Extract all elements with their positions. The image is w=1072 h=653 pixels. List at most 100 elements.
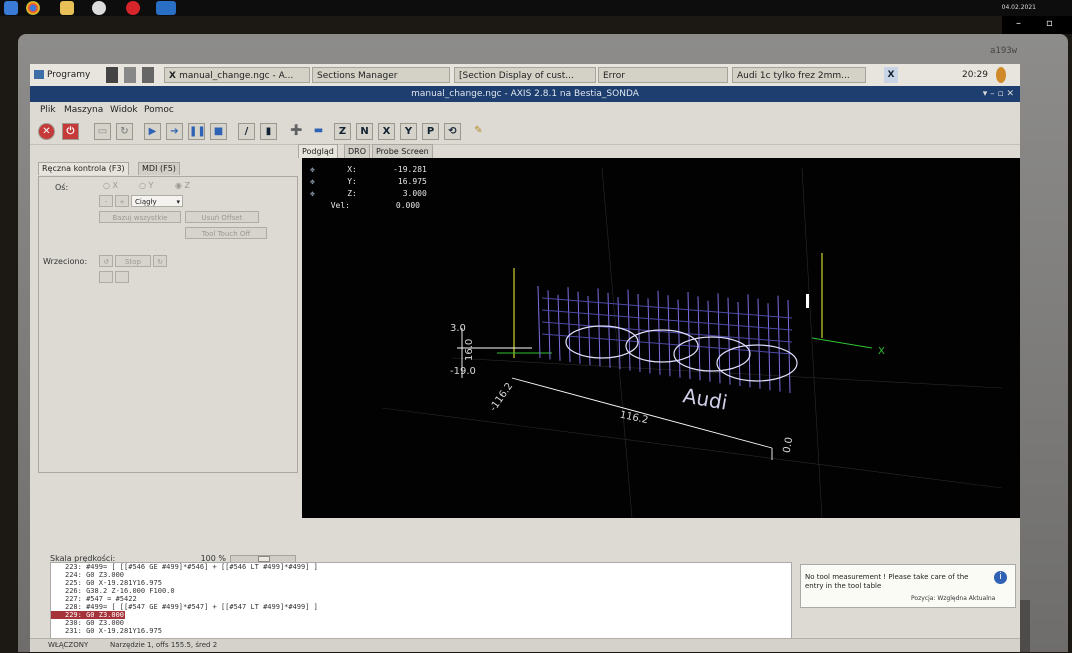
homed-icon: ✥ xyxy=(310,177,315,186)
remove-offset-button[interactable]: Usuń Offset xyxy=(185,211,259,223)
plunge-line xyxy=(757,298,761,389)
task-error[interactable]: Error xyxy=(598,67,728,83)
menu-maszyna[interactable]: Maszyna xyxy=(64,105,103,115)
x-tray-icon[interactable]: X xyxy=(884,67,898,83)
estop-button[interactable]: ✕ xyxy=(38,123,55,140)
axis-option-z[interactable]: ◉ Z xyxy=(175,181,190,190)
gcode-line[interactable]: 231: G0 X-19.281Y16.975 xyxy=(51,627,791,635)
power-button[interactable]: ⏻ xyxy=(62,123,79,140)
menu-widok[interactable]: Widok xyxy=(110,105,138,115)
manual-control-box: Oś: ○ X ○ Y ◉ Z - + Ciągły ▾ Bazuj wszyst… xyxy=(38,176,298,473)
gcode-line[interactable]: 228: #499= [ [[#547 GE #499]*#547] + [[#… xyxy=(51,603,791,611)
minimize-icon[interactable]: – xyxy=(1016,18,1021,29)
plunge-line xyxy=(747,294,751,388)
chrome-icon[interactable] xyxy=(26,1,40,15)
play-app-icon[interactable] xyxy=(156,1,176,15)
tab-preview[interactable]: Podgląd xyxy=(298,144,338,158)
step-button[interactable]: ➔ xyxy=(166,123,183,140)
host-window-controls: – ▫ xyxy=(1002,16,1072,34)
view-rotate-icon[interactable]: ⟲ xyxy=(444,123,461,140)
gcode-line[interactable]: 226: G38.2 Z-16.000 F100.0 xyxy=(51,587,791,595)
svg-text:0.0: 0.0 xyxy=(782,436,796,454)
reload-icon[interactable]: ↻ xyxy=(116,123,133,140)
tab-probe-screen[interactable]: Probe Screen xyxy=(372,144,433,158)
task-section-display[interactable]: [Section Display of cust... xyxy=(454,67,596,83)
gcode-line[interactable]: 230: G0 Z3.000 xyxy=(51,619,791,627)
gcode-separator: : xyxy=(77,579,87,587)
spindle-slower-button[interactable] xyxy=(99,271,113,283)
task-sections-manager[interactable]: Sections Manager xyxy=(312,67,450,83)
jog-mode-select[interactable]: Ciągły ▾ xyxy=(131,195,183,207)
task-axis[interactable]: X manual_change.ngc - A... xyxy=(164,67,310,83)
gcode-line[interactable]: 224: G0 Z3.000 xyxy=(51,571,791,579)
view-z2-button[interactable]: N xyxy=(356,123,373,140)
terminal-launcher-icon[interactable] xyxy=(106,67,118,83)
tool-touch-off-button[interactable]: Tool Touch Off xyxy=(185,227,267,239)
clear-plot-icon[interactable]: ✎ xyxy=(470,123,487,140)
view-p-button[interactable]: P xyxy=(422,123,439,140)
menu-plik[interactable]: Plik xyxy=(40,105,56,115)
position-label: Pozycja: Względna Aktualna xyxy=(911,595,996,602)
menu-bar: Plik Maszyna Widok Pomoc xyxy=(30,102,1020,120)
gcode-text: G0 X-19.281Y16.975 xyxy=(86,579,162,587)
spindle-reverse-button[interactable]: ↺ xyxy=(99,255,113,267)
panel-clock: 20:29 xyxy=(962,70,988,80)
home-all-button[interactable]: Bazuj wszystkie xyxy=(99,211,181,223)
start-menu-button[interactable]: Programy xyxy=(34,67,90,83)
host-app-icon[interactable] xyxy=(4,1,18,15)
view-y-button[interactable]: Y xyxy=(400,123,417,140)
zoom-out-icon[interactable]: ▬ xyxy=(310,123,327,140)
gcode-line-number: 226 xyxy=(65,587,78,595)
axis-option-y[interactable]: ○ Y xyxy=(139,181,153,190)
toolpath-circles xyxy=(565,325,798,382)
view-z-button[interactable]: Z xyxy=(334,123,351,140)
svg-text:3.0: 3.0 xyxy=(450,323,466,334)
zoom-in-icon[interactable]: ➕ xyxy=(288,123,305,140)
gcode-line[interactable]: 223: #499= [ [[#546 GE #499]*#546] + [[#… xyxy=(51,563,791,571)
tab-dro[interactable]: DRO xyxy=(344,144,371,158)
view-x-button[interactable]: X xyxy=(378,123,395,140)
gcode-text: #547 = #5422 xyxy=(86,595,137,603)
app-launcher-icon[interactable] xyxy=(142,67,154,83)
gcode-line-number: 224 xyxy=(65,571,78,579)
plunge-line xyxy=(577,291,581,364)
jog-plus-button[interactable]: + xyxy=(115,195,129,207)
spindle-stop-button[interactable]: Stop xyxy=(115,255,151,267)
rapid-move-line xyxy=(541,309,793,331)
optional-stop-button[interactable]: ▮ xyxy=(260,123,277,140)
files-launcher-icon[interactable] xyxy=(124,67,136,83)
dro-value: 3.000 xyxy=(402,189,427,198)
stop-button[interactable]: ■ xyxy=(210,123,227,140)
run-button[interactable]: ▶ xyxy=(144,123,161,140)
dro-row: ✥ Z: 3.000 xyxy=(310,188,427,200)
block-delete-button[interactable]: / xyxy=(238,123,255,140)
toolpath-preview[interactable]: Audi 3.0 16.0 -19.0 -116.2 116.2 0.0 X xyxy=(302,158,1020,519)
tool-info: Narzędzie 1, offs 155.5, śred 2 xyxy=(110,641,218,649)
jog-minus-button[interactable]: - xyxy=(99,195,113,207)
info-icon[interactable]: i xyxy=(994,571,1007,584)
tab-manual-control[interactable]: Ręczna kontrola (F3) xyxy=(38,162,129,175)
gcode-line-number: 227 xyxy=(65,595,78,603)
gcode-line[interactable]: 229: G0 Z3.000 xyxy=(51,611,125,619)
open-file-icon[interactable]: ▭ xyxy=(94,123,111,140)
gcode-line[interactable]: 227: #547 = #5422 xyxy=(51,595,791,603)
dro-row: Vel: 0.000 xyxy=(310,200,427,212)
window-controls[interactable]: ▾ – ▫ ✕ xyxy=(983,86,1014,102)
svg-text:X: X xyxy=(878,346,885,357)
tray-icon[interactable] xyxy=(996,67,1006,83)
tab-mdi[interactable]: MDI (F5) xyxy=(138,162,180,175)
axis-option-x[interactable]: ○ X xyxy=(103,181,118,190)
app-icon[interactable] xyxy=(92,1,106,15)
gcode-text: G0 X-19.281Y16.975 xyxy=(86,627,162,635)
menu-pomoc[interactable]: Pomoc xyxy=(144,105,174,115)
gcode-listing[interactable]: 223: #499= [ [[#546 GE #499]*#546] + [[#… xyxy=(50,562,792,644)
spindle-forward-button[interactable]: ↻ xyxy=(153,255,167,267)
restore-icon[interactable]: ▫ xyxy=(1046,18,1053,29)
pause-button[interactable]: ❚❚ xyxy=(188,123,206,140)
gcode-line[interactable]: 225: G0 X-19.281Y16.975 xyxy=(51,579,791,587)
app-red-icon[interactable] xyxy=(126,1,140,15)
toolpath-plot: Audi 3.0 16.0 -19.0 -116.2 116.2 0.0 X xyxy=(381,167,1003,519)
folder-icon[interactable] xyxy=(60,1,74,15)
task-audi[interactable]: Audi 1c tylko frez 2mm... xyxy=(732,67,866,83)
spindle-faster-button[interactable] xyxy=(115,271,129,283)
